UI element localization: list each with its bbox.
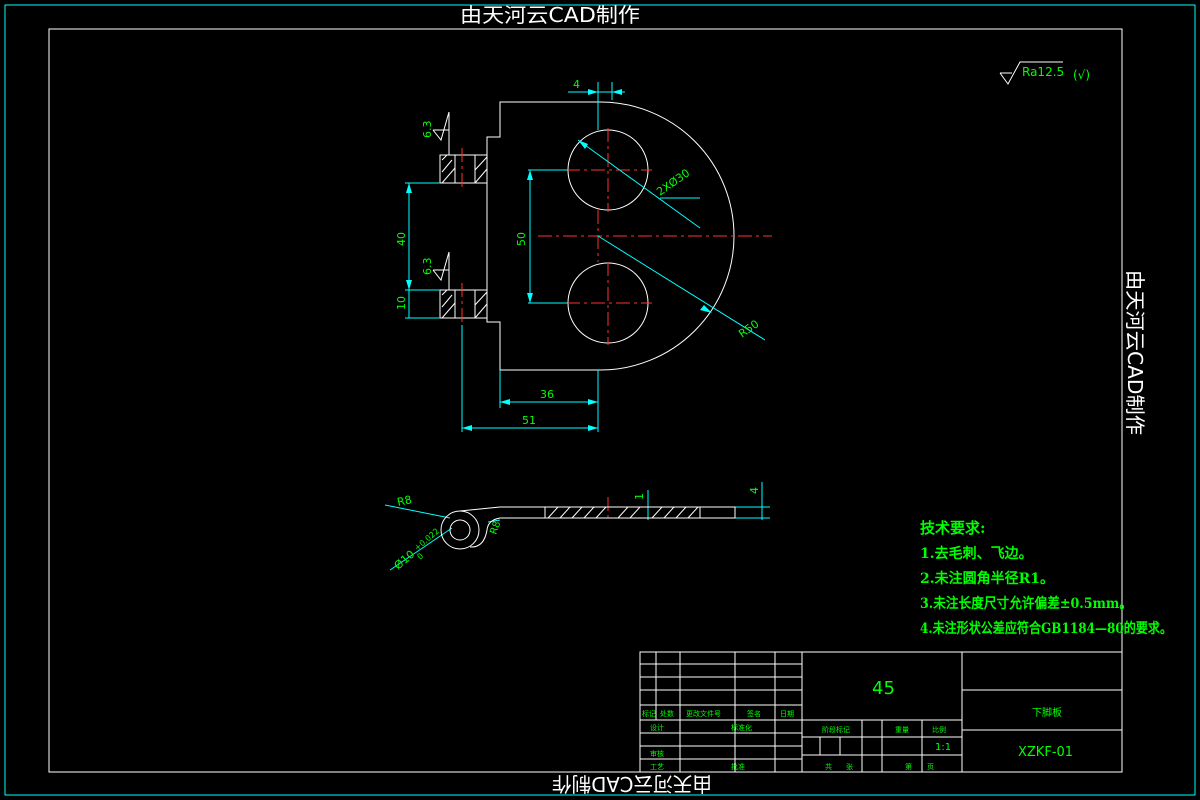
requirement-1: 1.去毛刺、飞边。 xyxy=(920,545,1033,562)
dim-gap-1: 1 xyxy=(633,493,646,500)
requirement-4: 4.未注形状公差应符合GB1184—80的要求。 xyxy=(920,620,1172,637)
watermark-bottom: 由天河云CAD制作 xyxy=(552,772,712,796)
dim-hole-spacing: 50 xyxy=(515,232,528,246)
title-material: 45 xyxy=(872,678,895,699)
label-stage-mark: 阶段标记 xyxy=(822,725,850,734)
lug-top xyxy=(439,154,488,184)
roughness-general-suffix: (√) xyxy=(1073,68,1090,82)
label-sheets-total: 共 xyxy=(825,762,832,771)
requirements-title: 技术要求: xyxy=(920,519,986,537)
label-change-doc: 更改文件号 xyxy=(686,709,721,718)
dim-thickness-top: 4 xyxy=(573,78,580,91)
requirement-3: 3.未注长度尺寸允许偏差±0.5mm。 xyxy=(920,595,1132,612)
bore-inner xyxy=(449,519,471,541)
title-scale: 1:1 xyxy=(935,742,951,753)
watermark-right: 由天河云CAD制作 xyxy=(1123,270,1147,435)
label-sheet: 张 xyxy=(846,762,853,771)
dim-bore: Ø10 xyxy=(392,548,418,573)
roughness-face-bottom: 6.3 xyxy=(421,258,434,276)
dim-thickness-4: 4 xyxy=(748,487,761,494)
outer-border xyxy=(4,4,1196,796)
lug-hatching xyxy=(441,154,488,319)
label-sheet-no: 第 xyxy=(905,762,912,771)
label-mark: 标记 xyxy=(642,709,656,718)
roughness-face-top: 6.3 xyxy=(421,121,434,139)
label-count: 处数 xyxy=(660,709,674,718)
dim-width-36: 36 xyxy=(540,388,554,401)
label-approve: 批准 xyxy=(731,762,745,771)
roughness-general: Ra12.5 (√) xyxy=(999,61,1090,85)
dim-height-10: 10 xyxy=(395,296,408,310)
roughness-faces xyxy=(432,111,450,290)
lug-bottom xyxy=(439,289,488,319)
cad-drawing: 由天河云CAD制作 由天河云CAD制作 由天河云CAD制作 Ra12.5 (√) xyxy=(4,3,1196,796)
label-ratio: 比例 xyxy=(932,725,946,734)
dim-bore-tol-lower: 0 xyxy=(416,551,426,561)
technical-requirements: 技术要求: 1.去毛刺、飞边。 2.未注圆角半径R1。 3.未注长度尺寸允许偏差… xyxy=(920,519,1172,637)
label-date: 日期 xyxy=(780,710,794,718)
label-design: 设计 xyxy=(650,723,664,732)
dim-bore-tol-upper: +0.022 xyxy=(413,527,441,553)
dim-width-51: 51 xyxy=(522,414,536,427)
title-part-name: 下脚板 xyxy=(1032,706,1062,719)
section-hatching xyxy=(547,506,699,519)
label-process: 工艺 xyxy=(650,763,664,771)
watermark-top: 由天河云CAD制作 xyxy=(460,3,640,27)
roughness-general-value: Ra12.5 xyxy=(1022,65,1064,79)
inner-border xyxy=(48,28,1123,773)
label-signature: 签名 xyxy=(747,709,761,718)
dim-height-40: 40 xyxy=(395,232,408,246)
title-drawing-no: XZKF-01 xyxy=(1018,745,1073,760)
dim-radius-8: R8 xyxy=(396,493,413,509)
label-standardization: 标准化 xyxy=(731,723,752,732)
label-weight: 重量 xyxy=(895,726,909,734)
centerlines xyxy=(461,128,772,522)
dim-holes: 2XØ30 xyxy=(654,166,692,198)
label-review: 审核 xyxy=(650,749,664,758)
arrows xyxy=(406,89,712,431)
dim-radius-50: R50 xyxy=(736,317,761,340)
requirement-2: 2.未注圆角半径R1。 xyxy=(920,570,1054,587)
bore-outer xyxy=(440,510,480,550)
label-page: 页 xyxy=(927,763,934,771)
